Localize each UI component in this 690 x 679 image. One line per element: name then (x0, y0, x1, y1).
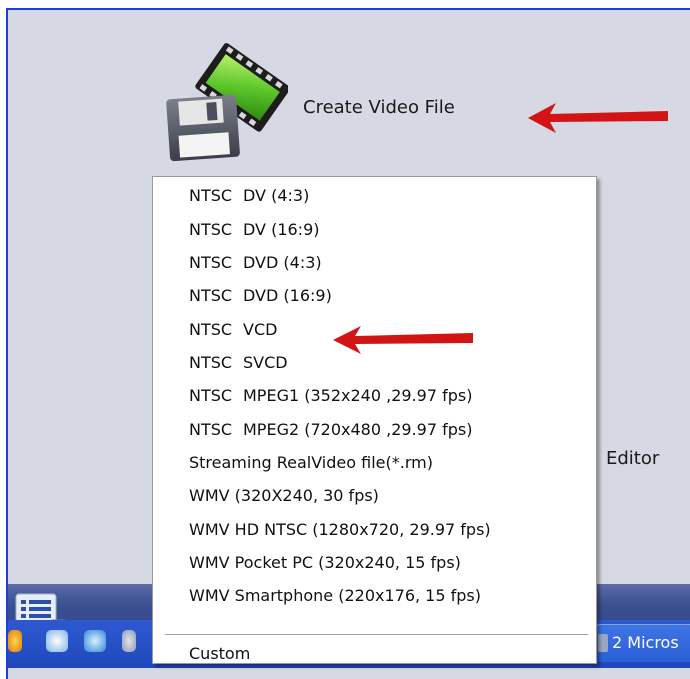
editor-label: Editor (606, 448, 660, 469)
taskbar-group-button[interactable]: 2 Micros (596, 624, 690, 662)
taskbar-group-icon (598, 634, 608, 652)
taskbar-group-label: 2 Micros (612, 633, 679, 652)
menu-item[interactable]: WMV Pocket PC (320x240, 15 fps) (189, 548, 589, 578)
menu-item[interactable]: NTSC DVD (4:3) (189, 248, 589, 278)
messenger-icon[interactable] (46, 630, 68, 652)
media-player-icon[interactable] (8, 630, 22, 652)
menu-item[interactable]: NTSC DVD (16:9) (189, 281, 589, 311)
create-video-file-label: Create Video File (303, 97, 455, 118)
browser-icon[interactable] (84, 630, 106, 652)
menu-separator (165, 634, 588, 635)
menu-item[interactable]: NTSC MPEG2 (720x480 ,29.97 fps) (189, 415, 589, 445)
menu-item[interactable]: NTSC DV (4:3) (189, 181, 589, 211)
annotation-arrow-icon (333, 326, 473, 354)
create-video-file-button[interactable]: Create Video File (158, 42, 558, 162)
menu-item[interactable]: WMV (320X240, 30 fps) (189, 481, 589, 511)
menu-item[interactable]: WMV Smartphone (220x176, 15 fps) (189, 581, 589, 611)
menu-item[interactable]: NTSC MPEG1 (352x240 ,29.97 fps) (189, 381, 589, 411)
menu-item-custom[interactable]: Custom (189, 639, 589, 669)
output-format-menu: NTSC DV (4:3) NTSC DV (16:9) NTSC DVD (4:3)… (152, 176, 597, 664)
menu-item[interactable]: NTSC DV (16:9) (189, 215, 589, 245)
menu-item[interactable]: WMV HD NTSC (1280x720, 29.97 fps) (189, 515, 589, 545)
annotation-arrow-icon (528, 103, 668, 133)
menu-item[interactable]: Streaming RealVideo file(*.rm) (189, 448, 589, 478)
quick-launch-app-icon[interactable] (122, 630, 136, 652)
create-video-file-icon (166, 43, 288, 162)
app-window: Create Video File Editor 2 Micros NTSC DV… (6, 8, 690, 679)
